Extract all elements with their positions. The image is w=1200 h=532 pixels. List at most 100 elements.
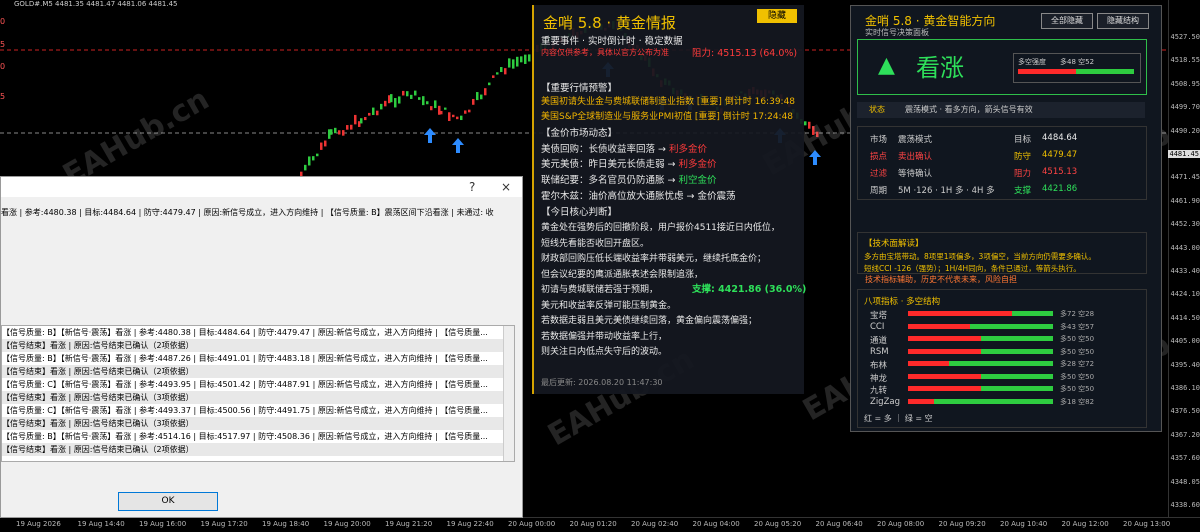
strength-bear-bar bbox=[1076, 69, 1134, 74]
tech-line: 多方由宝塔带动。8项里1项偏多，3项偏空，当前方向仍需要多确认。 bbox=[864, 252, 1096, 261]
list-item[interactable]: 【信号结束】看涨 | 原因:信号结束已确认（3项依据） bbox=[2, 417, 514, 430]
time-axis[interactable]: 19 Aug 2026 19 Aug 14:40 19 Aug 16:00 19 Au… bbox=[0, 517, 1200, 532]
candle bbox=[330, 129, 333, 135]
core-judgment-line: 短线先看能否收回开盘区。 bbox=[541, 238, 650, 249]
candle bbox=[342, 130, 345, 136]
indicator-bear-bar bbox=[934, 398, 1053, 404]
target-label: 目标 bbox=[1014, 135, 1032, 145]
disclaimer-text: 内容仅供参考，具体以官方公布为准 bbox=[541, 48, 669, 57]
indicator-value: 多72 空28 bbox=[1060, 310, 1095, 318]
price-tick: 4461.90 bbox=[1170, 196, 1200, 205]
status-label: 状态 bbox=[869, 105, 885, 114]
indicator-bear-bar bbox=[970, 323, 1053, 329]
indicator-value: 多50 空50 bbox=[1060, 335, 1095, 343]
market-label: 市场 bbox=[870, 135, 888, 145]
candle bbox=[368, 112, 371, 116]
support-label-right: 支撑 bbox=[1014, 186, 1032, 196]
time-tick: 19 Aug 20:00 bbox=[323, 520, 371, 528]
candle bbox=[312, 156, 315, 161]
buy-arrow-icon bbox=[424, 128, 436, 143]
dialog-message: 看涨 | 参考:4480.38 | 目标:4484.64 | 防守:4479.4… bbox=[1, 208, 494, 217]
alert-dialog: ? × 看涨 | 参考:4480.38 | 目标:4484.64 | 防守:44… bbox=[0, 176, 523, 518]
indicator-value: 多28 空72 bbox=[1060, 360, 1095, 368]
indicator-bull-bar bbox=[908, 336, 981, 341]
candle bbox=[334, 127, 337, 134]
defend-value: 4479.47 bbox=[1042, 150, 1078, 160]
price-tick: 4471.45 bbox=[1170, 173, 1200, 182]
candle bbox=[808, 121, 811, 129]
candle bbox=[414, 90, 417, 96]
signal-grid: 市场 震荡模式 目标 4484.64 损点 卖出确认 防守 4479.47 过滤… bbox=[857, 126, 1147, 200]
indicator-name: 宝塔 bbox=[870, 311, 888, 321]
list-item[interactable]: 【信号结束】看涨 | 原因:信号结束已确认（3项依据） bbox=[2, 391, 514, 404]
candle bbox=[520, 56, 523, 63]
direction-panel: 金哨 5.8 · 黄金智能方向 实时信号决策面板 全部隐藏 隐藏结构 ▲ 看涨 … bbox=[850, 5, 1162, 432]
close-button[interactable]: × bbox=[501, 180, 511, 194]
price-tick: 4338.60 bbox=[1170, 501, 1200, 509]
candle bbox=[456, 116, 459, 120]
list-item[interactable]: 【信号质量: B】【新信号·震荡】看涨 | 参考:4514.16 | 目标:45… bbox=[2, 430, 514, 443]
list-item[interactable]: 【信号质量: B】【新信号·震荡】看涨 | 参考:4487.26 | 目标:44… bbox=[2, 352, 514, 365]
chart-symbol-label: GOLD#.M5 4481.35 4481.47 4481.06 4481.45 bbox=[14, 0, 178, 8]
signal-text: 看涨 bbox=[916, 54, 964, 82]
alert-item: 美国S&P全球制造业与服务业PMI初值 [重要] 倒计时 17:24:48 bbox=[541, 112, 794, 122]
alert-item: 美国初请失业金与费城联储制造业指数 [重要] 倒计时 16:39:48 bbox=[541, 97, 796, 107]
signal-log-list[interactable]: 【信号质量: B】【新信号·震荡】看涨 | 参考:4480.38 | 目标:44… bbox=[1, 325, 515, 462]
price-axis[interactable]: 4527.50 4518.55 4508.95 4499.70 4490.20 4481.… bbox=[1168, 0, 1200, 517]
risk-warning: 技术指标辅助，历史不代表未来，风险自担 bbox=[865, 275, 1017, 284]
candle bbox=[448, 112, 451, 122]
time-tick: 20 Aug 00:00 bbox=[508, 520, 556, 528]
strength-label: 多空强度 bbox=[1018, 58, 1046, 66]
list-item[interactable]: 【信号结束】看涨 | 原因:信号结束已确认（2项依据） bbox=[2, 365, 514, 378]
buy-arrow-icon bbox=[452, 138, 464, 153]
ok-button[interactable]: OK bbox=[118, 492, 218, 511]
panel-title: 金哨 5.8 · 黄金情报 bbox=[543, 14, 676, 32]
candle bbox=[398, 96, 401, 104]
indicator-name: 神龙 bbox=[870, 373, 888, 384]
candle bbox=[460, 115, 463, 121]
candle bbox=[516, 56, 519, 67]
candle bbox=[816, 131, 819, 138]
price-tick: 4443.00 bbox=[1170, 243, 1200, 252]
strength-bull-bar bbox=[1018, 69, 1076, 74]
dynamics-item: 美债回购：长债收益率回落 → 利多金价 bbox=[541, 144, 708, 155]
defend-label: 防守 bbox=[1014, 152, 1032, 162]
time-tick: 20 Aug 09:20 bbox=[938, 520, 986, 528]
dialog-titlebar[interactable]: ? × bbox=[1, 177, 522, 197]
candle bbox=[508, 58, 511, 68]
indicator-name: 九转 bbox=[870, 386, 888, 396]
indicator-bull-bar bbox=[908, 323, 970, 329]
hide-structure-button[interactable]: 隐藏结构 bbox=[1097, 13, 1149, 29]
candle bbox=[528, 54, 531, 62]
list-item[interactable]: 【信号结束】看涨 | 原因:信号结束已确认（2项依据） bbox=[2, 339, 514, 352]
list-item[interactable]: 【信号质量: C】【新信号·震荡】看涨 | 参考:4493.95 | 目标:45… bbox=[2, 378, 514, 391]
core-judgment-line: 则关注日内低点失守后的波动。 bbox=[541, 347, 668, 357]
list-item[interactable]: 【信号结束】看涨 | 原因:信号结束已确认（2项依据） bbox=[2, 443, 514, 456]
list-item[interactable]: 【信号质量: C】【新信号·震荡】看涨 | 参考:4493.37 | 目标:45… bbox=[2, 404, 514, 417]
indicator-bull-bar bbox=[908, 386, 981, 391]
indicator-bull-bar bbox=[908, 398, 934, 404]
list-scrollbar[interactable] bbox=[503, 326, 514, 461]
candle bbox=[418, 97, 421, 100]
price-tick: 4405.00 bbox=[1170, 337, 1200, 346]
dynamics-item: 联储纪要：多名官员仍防通胀 → 利空金价 bbox=[541, 175, 717, 186]
left-axis-label: 5 bbox=[0, 40, 6, 49]
indicator-name: 通道 bbox=[870, 336, 888, 346]
candle bbox=[452, 114, 455, 118]
time-tick: 20 Aug 06:40 bbox=[815, 520, 863, 528]
price-tick: 4527.50 bbox=[1170, 33, 1200, 41]
help-button[interactable]: ? bbox=[469, 180, 475, 194]
core-judgment-line: 美元和收益率反弹可能压制黄金。 bbox=[541, 300, 677, 311]
long-short-strength: 多空强度 多48 空52 bbox=[1013, 53, 1141, 83]
list-item[interactable]: 【信号质量: B】【新信号·震荡】看涨 | 参考:4480.38 | 目标:44… bbox=[2, 326, 514, 339]
indicator-bull-bar bbox=[908, 361, 949, 366]
panel-subtitle: 重要事件 · 实时倒计时 · 稳定数据 bbox=[541, 36, 683, 47]
hide-button[interactable]: 隐藏 bbox=[757, 9, 797, 23]
hide-all-button[interactable]: 全部隐藏 bbox=[1041, 13, 1093, 29]
candle bbox=[390, 94, 393, 103]
left-axis-label: 5 bbox=[0, 92, 6, 101]
alert-header: 【重要行情预警】 bbox=[541, 83, 618, 94]
core-judgment-line: 但会议纪要的鹰派通胀表述会限制追涨， bbox=[541, 269, 704, 280]
signal-box: ▲ 看涨 多空强度 多48 空52 bbox=[857, 39, 1147, 95]
candle bbox=[804, 121, 807, 126]
